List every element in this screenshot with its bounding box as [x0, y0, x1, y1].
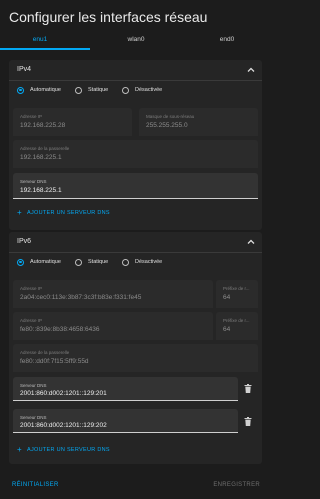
ipv4-mode-static[interactable]: Statique [75, 85, 108, 95]
chevron-up-icon[interactable] [246, 65, 256, 75]
ipv6-add-dns-button[interactable]: + AJOUTER UN SERVEUR DNS [17, 445, 110, 454]
field-label: Adresse IP [20, 318, 43, 323]
ipv6-header[interactable]: IPv6 [9, 232, 262, 252]
field-label: Adresse de la passerelle [20, 350, 70, 355]
ipv6-dns-field-1[interactable]: Serveur DNS 2001:860:d002:1201::129:201 [13, 377, 238, 401]
tab-wlan0[interactable]: wlan0 [106, 36, 166, 43]
tab-enu1[interactable]: enu1 [10, 36, 70, 43]
field-label: Serveur DNS [20, 415, 47, 420]
ipv4-header[interactable]: IPv4 [9, 60, 262, 80]
field-value: 2001:860:d002:1201::129:202 [20, 422, 107, 429]
dialog-footer: RÉINITIALISER ENREGISTRER [0, 469, 272, 499]
radio-checked-icon [17, 258, 24, 266]
field-label: Préfixe de r... [223, 286, 250, 291]
radio-unchecked-icon [122, 86, 129, 94]
radio-label: Statique [88, 259, 109, 265]
field-label: Serveur DNS [20, 179, 47, 184]
plus-icon: + [17, 208, 22, 217]
field-label: Adresse de la passerelle [20, 146, 70, 151]
field-label: Serveur DNS [20, 383, 47, 388]
field-label: Masque de sous-réseau [146, 114, 195, 119]
add-dns-label: AJOUTER UN SERVEUR DNS [26, 209, 110, 216]
ipv4-mode-group: Automatique Statique Désactivée [9, 81, 262, 99]
ipv6-dns-field-2[interactable]: Serveur DNS 2001:860:d002:1201::129:202 [13, 409, 238, 433]
radio-label: Désactivée [135, 259, 163, 265]
field-value: fe80::dd0f:7f15:5ff9:55d [20, 358, 89, 365]
delete-dns-2-trash-icon[interactable] [244, 417, 252, 426]
interface-tabs: enu1 wlan0 end0 [0, 32, 272, 50]
ipv6-mode-static[interactable]: Statique [75, 257, 108, 267]
radio-label: Statique [88, 87, 109, 93]
field-value: 192.168.225.1 [20, 154, 62, 161]
radio-unchecked-icon [75, 258, 82, 266]
add-dns-label: AJOUTER UN SERVEUR DNS [26, 446, 110, 453]
radio-label: Automatique [30, 259, 61, 265]
ipv6-ip-field[interactable]: Adresse IP 2a04:cec0:113e:3b87:3c3f:b83e… [13, 280, 213, 308]
radio-label: Automatique [30, 87, 61, 93]
radio-label: Désactivée [135, 87, 163, 93]
ipv6-prefix-field[interactable]: Préfixe de r... 64 [216, 280, 258, 308]
field-value: 192.168.225.1 [20, 187, 62, 194]
field-value: 2001:860:d002:1201::129:201 [20, 390, 107, 397]
ipv4-ip-field[interactable]: Adresse IP 192.168.225.28 [13, 108, 132, 136]
reset-button[interactable]: RÉINITIALISER [12, 482, 59, 488]
field-value: 255.255.255.0 [146, 122, 188, 129]
chevron-up-icon[interactable] [246, 237, 256, 247]
tab-end0[interactable]: end0 [197, 36, 257, 43]
ipv6-mode-disabled[interactable]: Désactivée [122, 257, 162, 267]
field-value: 64 [223, 326, 231, 333]
ipv6-gateway-field[interactable]: Adresse de la passerelle fe80::dd0f:7f15… [13, 344, 258, 372]
active-tab-indicator [0, 48, 90, 50]
ipv6-title: IPv6 [17, 238, 32, 245]
field-label: Adresse IP [20, 114, 43, 119]
field-value: fe80::839e:8b38:4658:6436 [20, 326, 100, 333]
ipv4-add-dns-button[interactable]: + AJOUTER UN SERVEUR DNS [17, 208, 110, 217]
ipv6-mode-automatic[interactable]: Automatique [17, 257, 61, 267]
ipv4-title: IPv4 [17, 66, 32, 73]
ipv6-linklocal-ip-field[interactable]: Adresse IP fe80::839e:8b38:4658:6436 [13, 312, 213, 340]
ipv6-linklocal-prefix-field[interactable]: Préfixe de r... 64 [216, 312, 258, 340]
field-value: 192.168.225.28 [20, 122, 66, 129]
ipv4-gateway-field[interactable]: Adresse de la passerelle 192.168.225.1 [13, 140, 258, 168]
dialog-title: Configurer les interfaces réseau [9, 9, 208, 25]
field-label: Adresse IP [20, 286, 43, 291]
radio-unchecked-icon [75, 86, 82, 94]
radio-unchecked-icon [122, 258, 129, 266]
ipv4-mask-field[interactable]: Masque de sous-réseau 255.255.255.0 [139, 108, 258, 136]
ipv4-dns-field[interactable]: Serveur DNS 192.168.225.1 [13, 173, 258, 199]
save-button[interactable]: ENREGISTRER [213, 482, 260, 488]
field-label: Préfixe de r... [223, 318, 250, 323]
ipv6-mode-group: Automatique Statique Désactivée [9, 253, 262, 271]
field-value: 2a04:cec0:113e:3b87:3c3f:b83e:f331:fe45 [20, 294, 142, 301]
ipv4-mode-disabled[interactable]: Désactivée [122, 85, 162, 95]
plus-icon: + [17, 445, 22, 454]
ipv4-mode-automatic[interactable]: Automatique [17, 85, 61, 95]
ipv6-panel: IPv6 Automatique Statique Désactivée Adr… [9, 232, 262, 464]
radio-checked-icon [17, 86, 24, 94]
delete-dns-1-trash-icon[interactable] [244, 384, 252, 393]
field-value: 64 [223, 294, 231, 301]
ipv4-panel: IPv4 Automatique Statique Désactivée Adr… [9, 60, 262, 230]
